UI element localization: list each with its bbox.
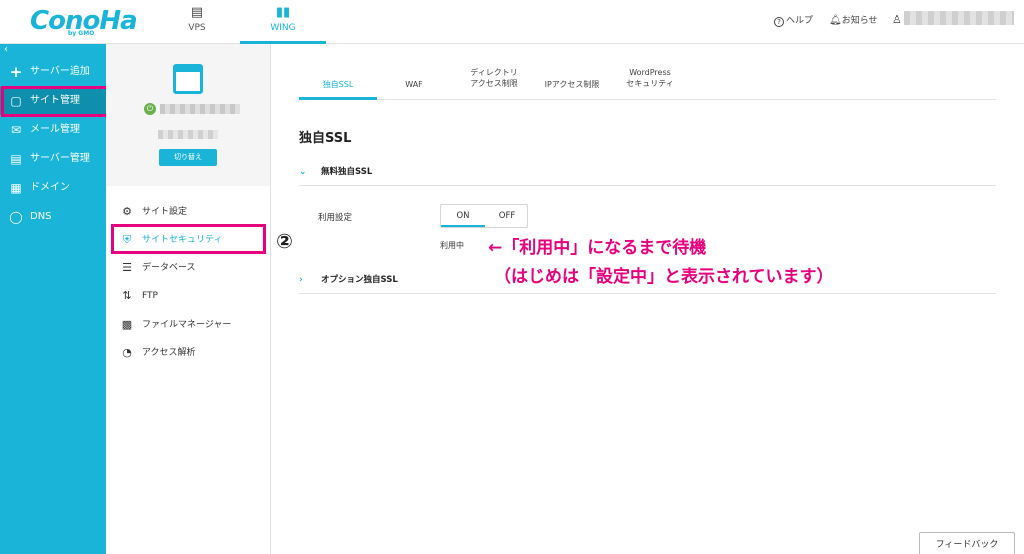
sidebar-item-label: サーバー管理 [30,153,90,164]
menu-item-label: FTP [142,291,158,301]
tab-label: WAF [405,80,423,89]
help-link[interactable]: ? ヘルプ [774,13,813,27]
sidebar-item-label: DNS [30,211,52,222]
sidebar-item-dns[interactable]: ◯ DNS [0,203,106,231]
user-icon[interactable]: ♙ [892,13,902,26]
tab-wing-label: WING [270,23,296,33]
tab-waf[interactable]: WAF [389,64,439,100]
logo-subtext: by GMO [68,30,95,37]
annotation-note-line1: ←「利用中」になるまで待機 [488,238,707,258]
site-settings-icon: ⚙ [122,205,132,218]
menu-item-file-manager[interactable]: ▩ ファイルマネージャー [120,317,232,333]
server-icon: ▤ [10,152,22,166]
top-header: ConoHa by GMO ▤ VPS ▮▮ WING ? ヘルプ 🔔︎お知らせ … [0,0,1024,44]
server-detail-blurred [158,130,218,139]
sidebar-item-label: ドメイン [30,182,70,193]
domain-icon: ▦ [10,181,22,195]
pie-chart-icon: ◔ [122,346,132,359]
tab-directory-access[interactable]: ディレクトリ アクセス制限 [459,64,529,100]
tab-label-line1: ディレクトリ [470,68,518,77]
tab-ip-access[interactable]: IPアクセス制限 [535,64,609,100]
menu-item-site-settings[interactable]: ⚙ サイト設定 [120,204,187,220]
help-label: ヘルプ [786,16,814,26]
plus-icon: + [9,63,23,81]
accordion-free-ssl[interactable]: ⌄ 無料独自SSL [299,158,996,186]
mail-icon: ✉ [10,123,22,137]
tab-ssl[interactable]: 独自SSL [299,64,377,100]
status-text: 利用中 [440,241,464,250]
main-sidebar: ‹ + サーバー追加 ▢ サイト管理 ✉ メール管理 ▤ サーバー管理 ▦ ドメ… [0,44,106,554]
server-name-blurred [160,104,240,114]
menu-item-label: サイト設定 [142,207,188,217]
power-on-icon: ⏻︎ [144,103,156,115]
tab-label-line2: アクセス制限 [470,79,518,88]
folder-icon: ▩ [121,318,133,331]
menu-item-ftp[interactable]: ⇅ FTP [120,288,158,304]
accordion-label: オプション独自SSL [321,275,398,285]
transfer-icon: ⇅ [122,289,132,302]
sidebar-item-mail-management[interactable]: ✉ メール管理 [0,116,106,144]
page-title: 独自SSL [299,131,352,146]
chevron-down-icon: ⌄ [299,167,307,177]
server-stack-icon: ▤ [190,5,204,20]
accordion-label: 無料独自SSL [321,167,373,177]
database-icon: ☰ [122,261,132,274]
question-icon: ? [774,17,784,27]
toggle-off-option[interactable]: OFF [485,205,529,227]
switch-server-button[interactable]: 切り替え [159,149,217,166]
tab-label-line2: セキュリティ [626,79,674,88]
tab-vps[interactable]: ▤ VPS [154,0,240,44]
ssl-toggle[interactable]: ON OFF [440,204,528,228]
menu-item-database[interactable]: ☰ データベース [120,260,196,276]
security-tabs: 独自SSL WAF ディレクトリ アクセス制限 IPアクセス制限 WordPre… [299,64,996,100]
sidebar-item-label: サーバー追加 [30,66,90,77]
tab-wordpress-security[interactable]: WordPress セキュリティ [617,64,683,100]
menu-item-label: アクセス解析 [142,348,196,358]
user-name-blurred[interactable] [904,11,1014,25]
sidebar-item-add-server[interactable]: + サーバー追加 [0,58,106,86]
highlight-box-2 [111,224,266,254]
usage-setting-label: 利用設定 [318,213,353,223]
notice-link[interactable]: 🔔︎お知らせ [829,13,878,26]
sidebar-item-server-management[interactable]: ▤ サーバー管理 [0,145,106,173]
annotation-number-2: ② [276,229,293,253]
menu-item-label: ファイルマネージャー [142,320,232,330]
toggle-on-option[interactable]: ON [441,205,485,227]
sidebar-item-domain[interactable]: ▦ ドメイン [0,174,106,202]
tab-label: 独自SSL [322,80,354,89]
tab-wing[interactable]: ▮▮ WING [240,0,326,44]
highlight-box-1 [1,86,109,117]
tab-vps-label: VPS [188,23,206,33]
sidebar-item-label: メール管理 [30,124,80,135]
menu-item-label: データベース [142,263,196,273]
chevron-right-icon: › [299,275,303,285]
server-window-icon [173,64,203,94]
notice-label: お知らせ [841,16,878,26]
server-panel: ⏻︎ 切り替え ⚙ サイト設定 ⛨ サイトセキュリティ ☰ データベース ⇅ F… [106,44,271,554]
menu-item-access-analysis[interactable]: ◔ アクセス解析 [120,345,196,361]
accordion-option-ssl[interactable]: › オプション独自SSL [299,266,996,294]
tab-label: IPアクセス制限 [544,80,600,89]
server-tower-icon: ▮▮ [275,5,291,20]
bell-icon: 🔔︎ [829,15,842,26]
tab-label-line1: WordPress [629,68,671,77]
collapse-chevron-icon[interactable]: ‹ [4,44,8,55]
globe-icon: ◯ [9,210,23,224]
feedback-button[interactable]: フィードバック [919,532,1015,554]
